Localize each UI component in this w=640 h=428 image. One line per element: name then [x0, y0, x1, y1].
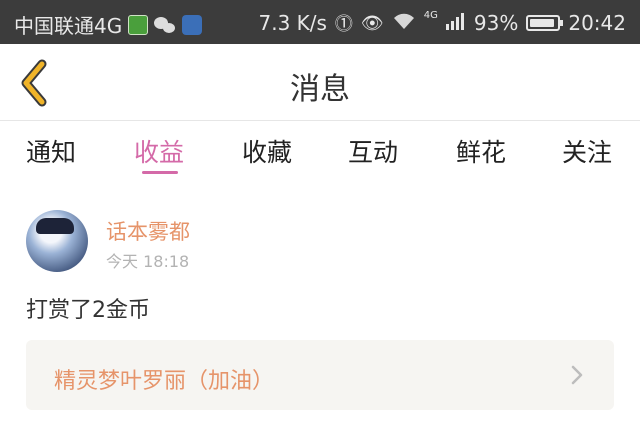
hd-call-icon: ⓵: [334, 14, 353, 35]
story-link-card[interactable]: 精灵梦叶罗丽（加油）: [26, 340, 614, 410]
wechat-icon: [154, 16, 176, 33]
header: 消息: [0, 44, 640, 120]
avatar[interactable]: [26, 210, 88, 272]
chevron-right-icon: [571, 365, 583, 385]
tab-follows[interactable]: 关注: [562, 133, 612, 169]
tab-favorites[interactable]: 收藏: [242, 133, 292, 169]
battery-percent: 93%: [473, 11, 519, 35]
message-time: 今天 18:18: [106, 252, 190, 271]
eye-icon: 👁: [360, 12, 384, 34]
wifi-icon: [392, 12, 416, 35]
status-left: 中国联通4G: [14, 10, 203, 39]
tab-notifications[interactable]: 通知: [26, 133, 76, 169]
message-text: 打赏了2金币: [26, 298, 150, 323]
tab-flowers[interactable]: 鲜花: [456, 133, 506, 169]
network-type: 4G: [423, 9, 438, 21]
app-notification-icon: [128, 14, 149, 35]
network-speed: 7.3 K/s: [258, 11, 327, 35]
tab-earnings[interactable]: 收益: [134, 133, 184, 169]
clock: 20:42: [568, 11, 626, 35]
sender-name[interactable]: 话本雾都: [106, 216, 190, 246]
page-title: 消息: [290, 72, 350, 107]
status-bar: 中国联通4G 7.3 K/s ⓵ 👁 4G 93% 20:42: [0, 0, 640, 44]
tab-interactions[interactable]: 互动: [348, 133, 398, 169]
battery-icon: [526, 15, 564, 31]
signal-icon: [445, 11, 466, 35]
battery-fill: [530, 19, 555, 27]
carrier-label: 中国联通4G: [14, 14, 123, 38]
status-right: 7.3 K/s ⓵ 👁 4G 93% 20:42: [258, 10, 626, 36]
tab-bar: 通知 收益 收藏 互动 鲜花 关注: [0, 121, 640, 183]
shield-icon: [182, 14, 203, 35]
active-tab-indicator: [142, 171, 178, 174]
story-link-title: 精灵梦叶罗丽（加油）: [54, 369, 275, 394]
